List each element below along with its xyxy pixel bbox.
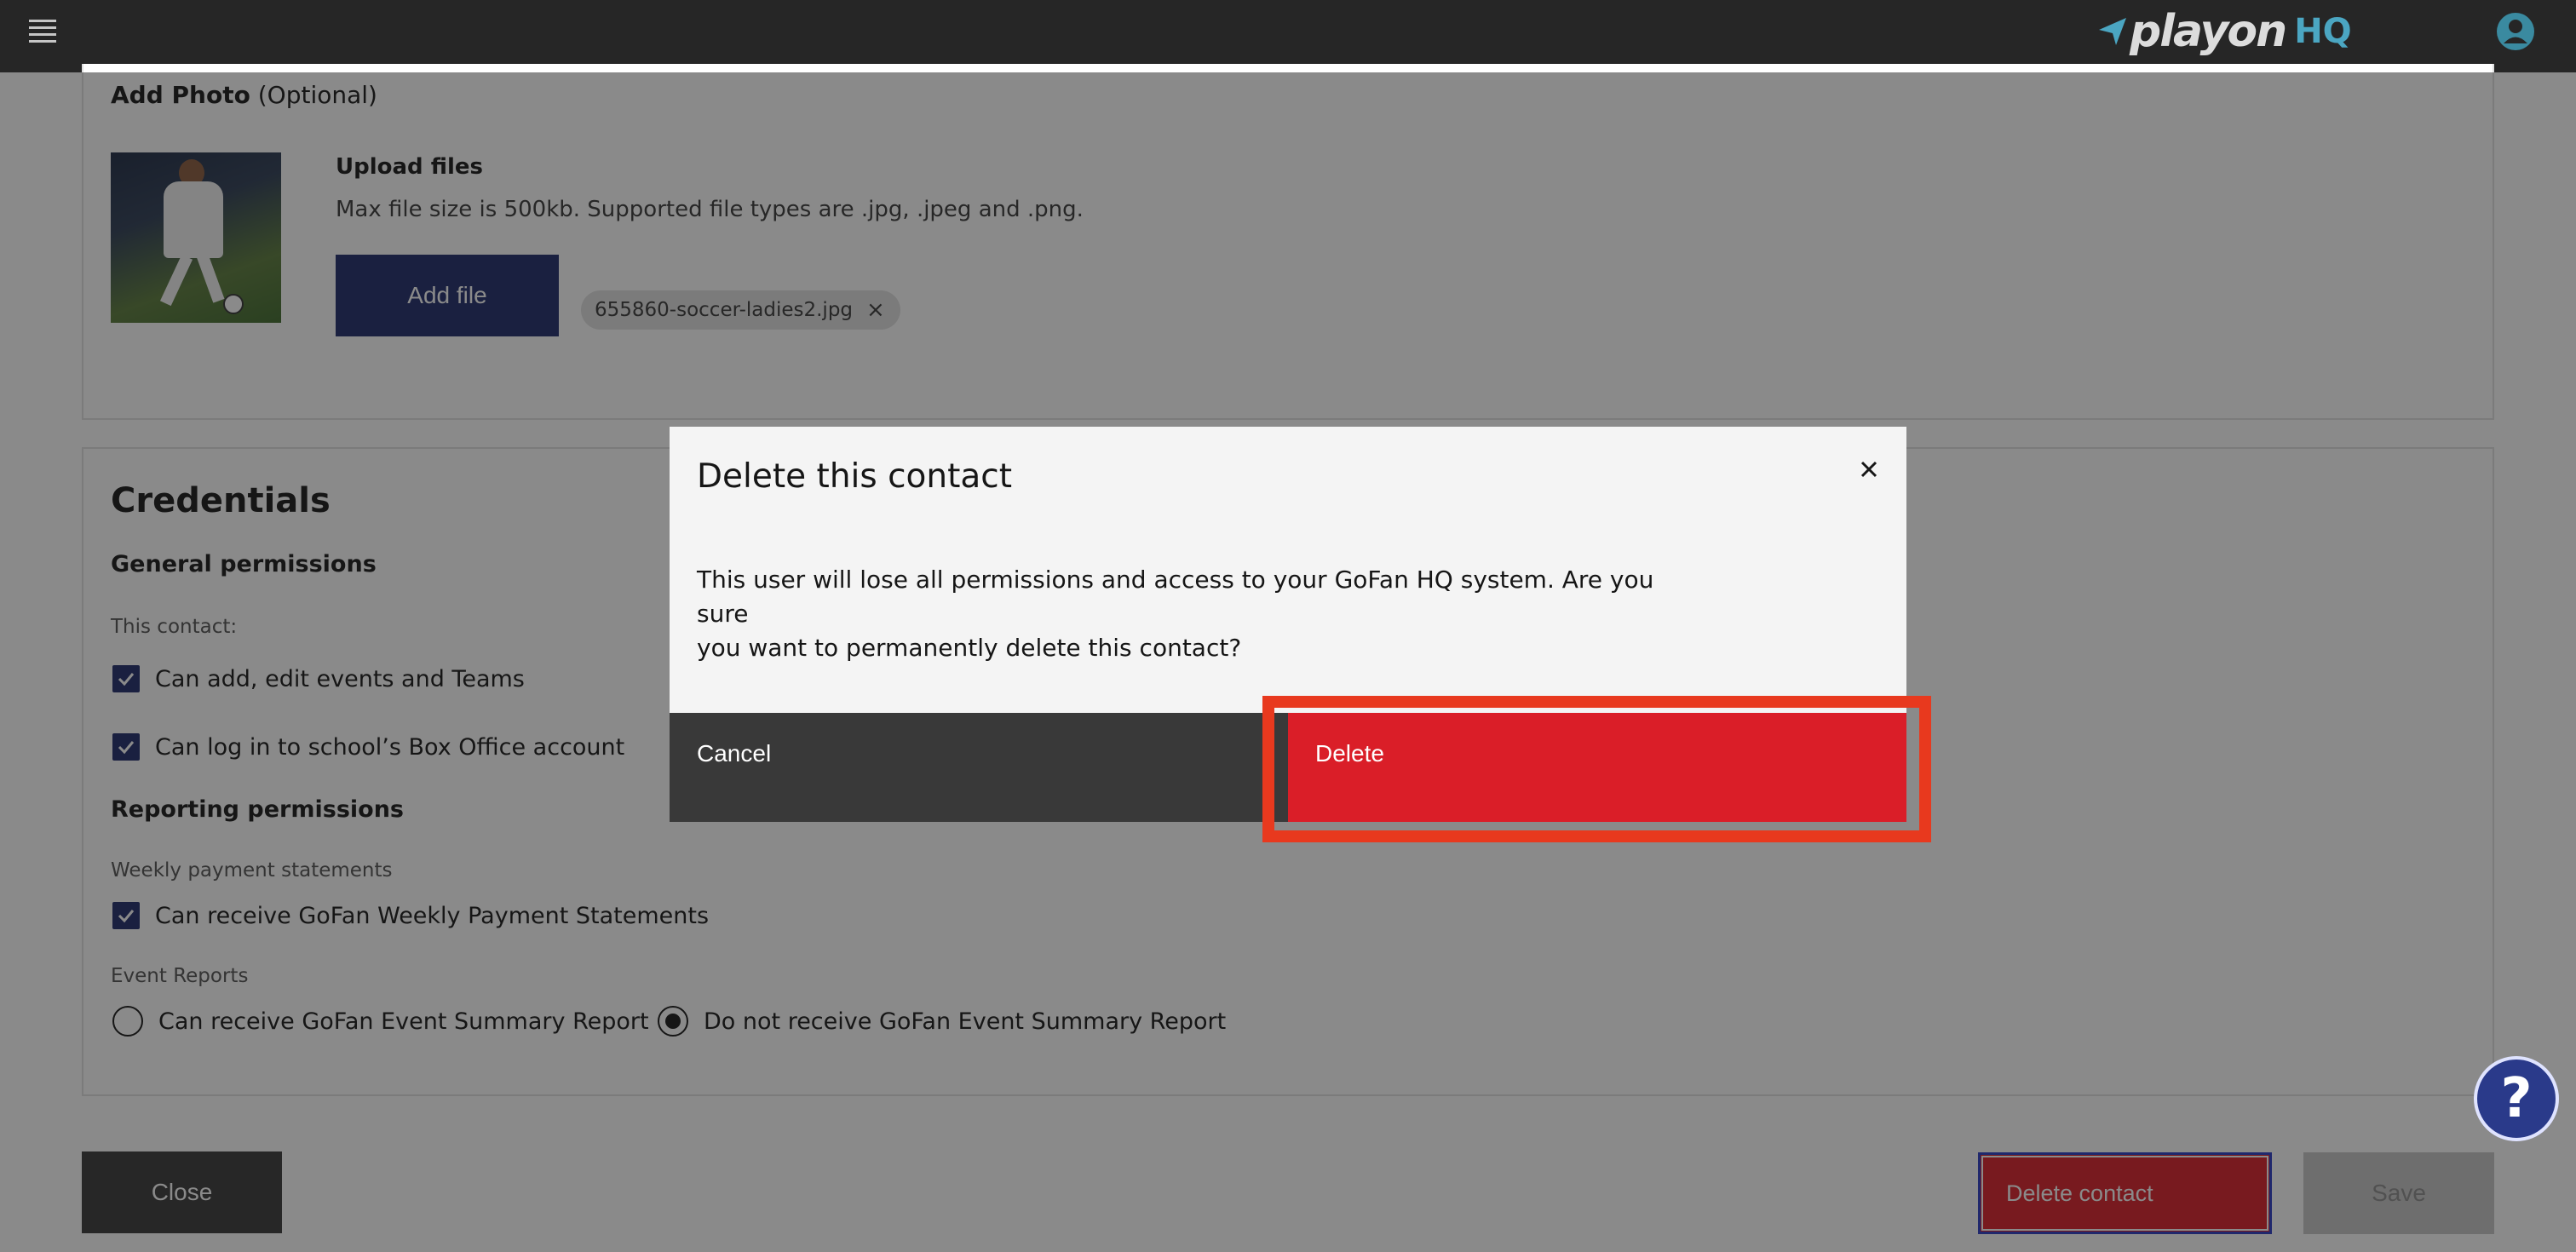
playon-logo[interactable]: playon HQ <box>2096 2 2352 61</box>
delete-button-highlight <box>1262 696 1931 842</box>
top-bar: playon HQ <box>0 0 2576 72</box>
modal-title: Delete this contact <box>697 457 1013 496</box>
user-icon[interactable] <box>2496 12 2535 51</box>
modal-body: This user will lose all permissions and … <box>697 563 1668 665</box>
logo-text: playon <box>2130 6 2287 57</box>
help-button[interactable]: ? <box>2474 1056 2559 1141</box>
modal-body-line-2: you want to permanently delete this cont… <box>697 634 1242 662</box>
menu-icon[interactable] <box>29 20 56 47</box>
logo-hq: HQ <box>2294 12 2352 51</box>
cancel-button[interactable]: Cancel <box>670 713 1288 822</box>
modal-body-line-1: This user will lose all permissions and … <box>697 566 1654 628</box>
close-icon[interactable] <box>1852 452 1886 486</box>
logo-arrow-icon <box>2099 18 2126 45</box>
